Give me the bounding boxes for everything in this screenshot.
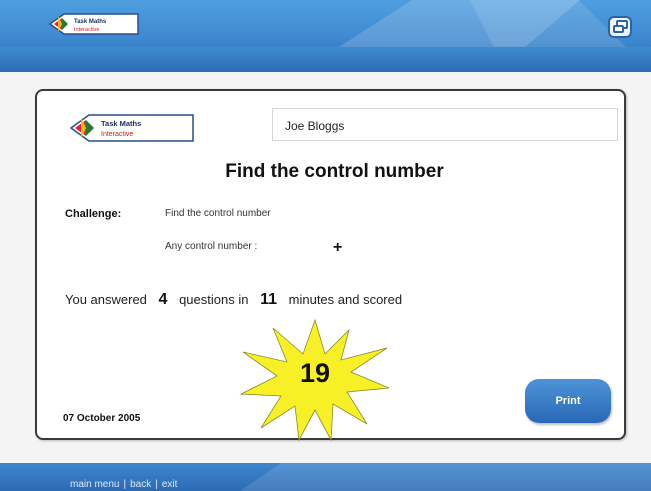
certificate-date: 07 October 2005 [63,413,141,424]
questions-count: 4 [158,291,168,308]
main-menu-link[interactable]: main menu [70,479,119,490]
print-button[interactable]: Print [525,379,611,423]
header-stripe [0,47,651,72]
student-name-field: Joe Bloggs [272,108,618,141]
logo-title: Task Maths [101,119,141,128]
minutes-count: 11 [260,291,278,308]
window-restore-icon[interactable] [608,16,632,38]
results-summary: You answered 4 questions in 11 minutes a… [65,291,625,309]
nav-separator: | [123,479,127,490]
control-number-label: Any control number : [165,241,258,252]
exit-link[interactable]: exit [162,479,178,490]
footer-decoration [240,463,651,491]
challenge-text: Find the control number [165,208,271,219]
challenge-title: Find the control number [225,161,444,182]
bottom-nav-bar: main menu | back | exit [0,463,651,491]
footer-nav: main menu | back | exit [70,479,177,490]
summary-suffix: minutes and scored [288,292,403,307]
logo-subtitle: Interactive [74,27,99,33]
task-maths-logo-small: Task Maths Interactive [48,13,139,35]
summary-mid: questions in [179,292,249,307]
logo-subtitle: Interactive [101,131,133,138]
task-maths-logo: Task Maths Interactive [69,114,194,142]
nav-separator: | [155,479,158,490]
logo-title: Task Maths [74,19,107,25]
score-value: 19 [299,358,331,388]
control-number-value: + [333,239,343,256]
top-header [0,0,651,72]
back-link[interactable]: back [130,479,151,490]
summary-prefix: You answered [65,292,147,307]
challenge-label: Challenge: [65,208,122,220]
results-certificate: Task Maths Interactive Joe Bloggs Find t… [35,89,626,442]
